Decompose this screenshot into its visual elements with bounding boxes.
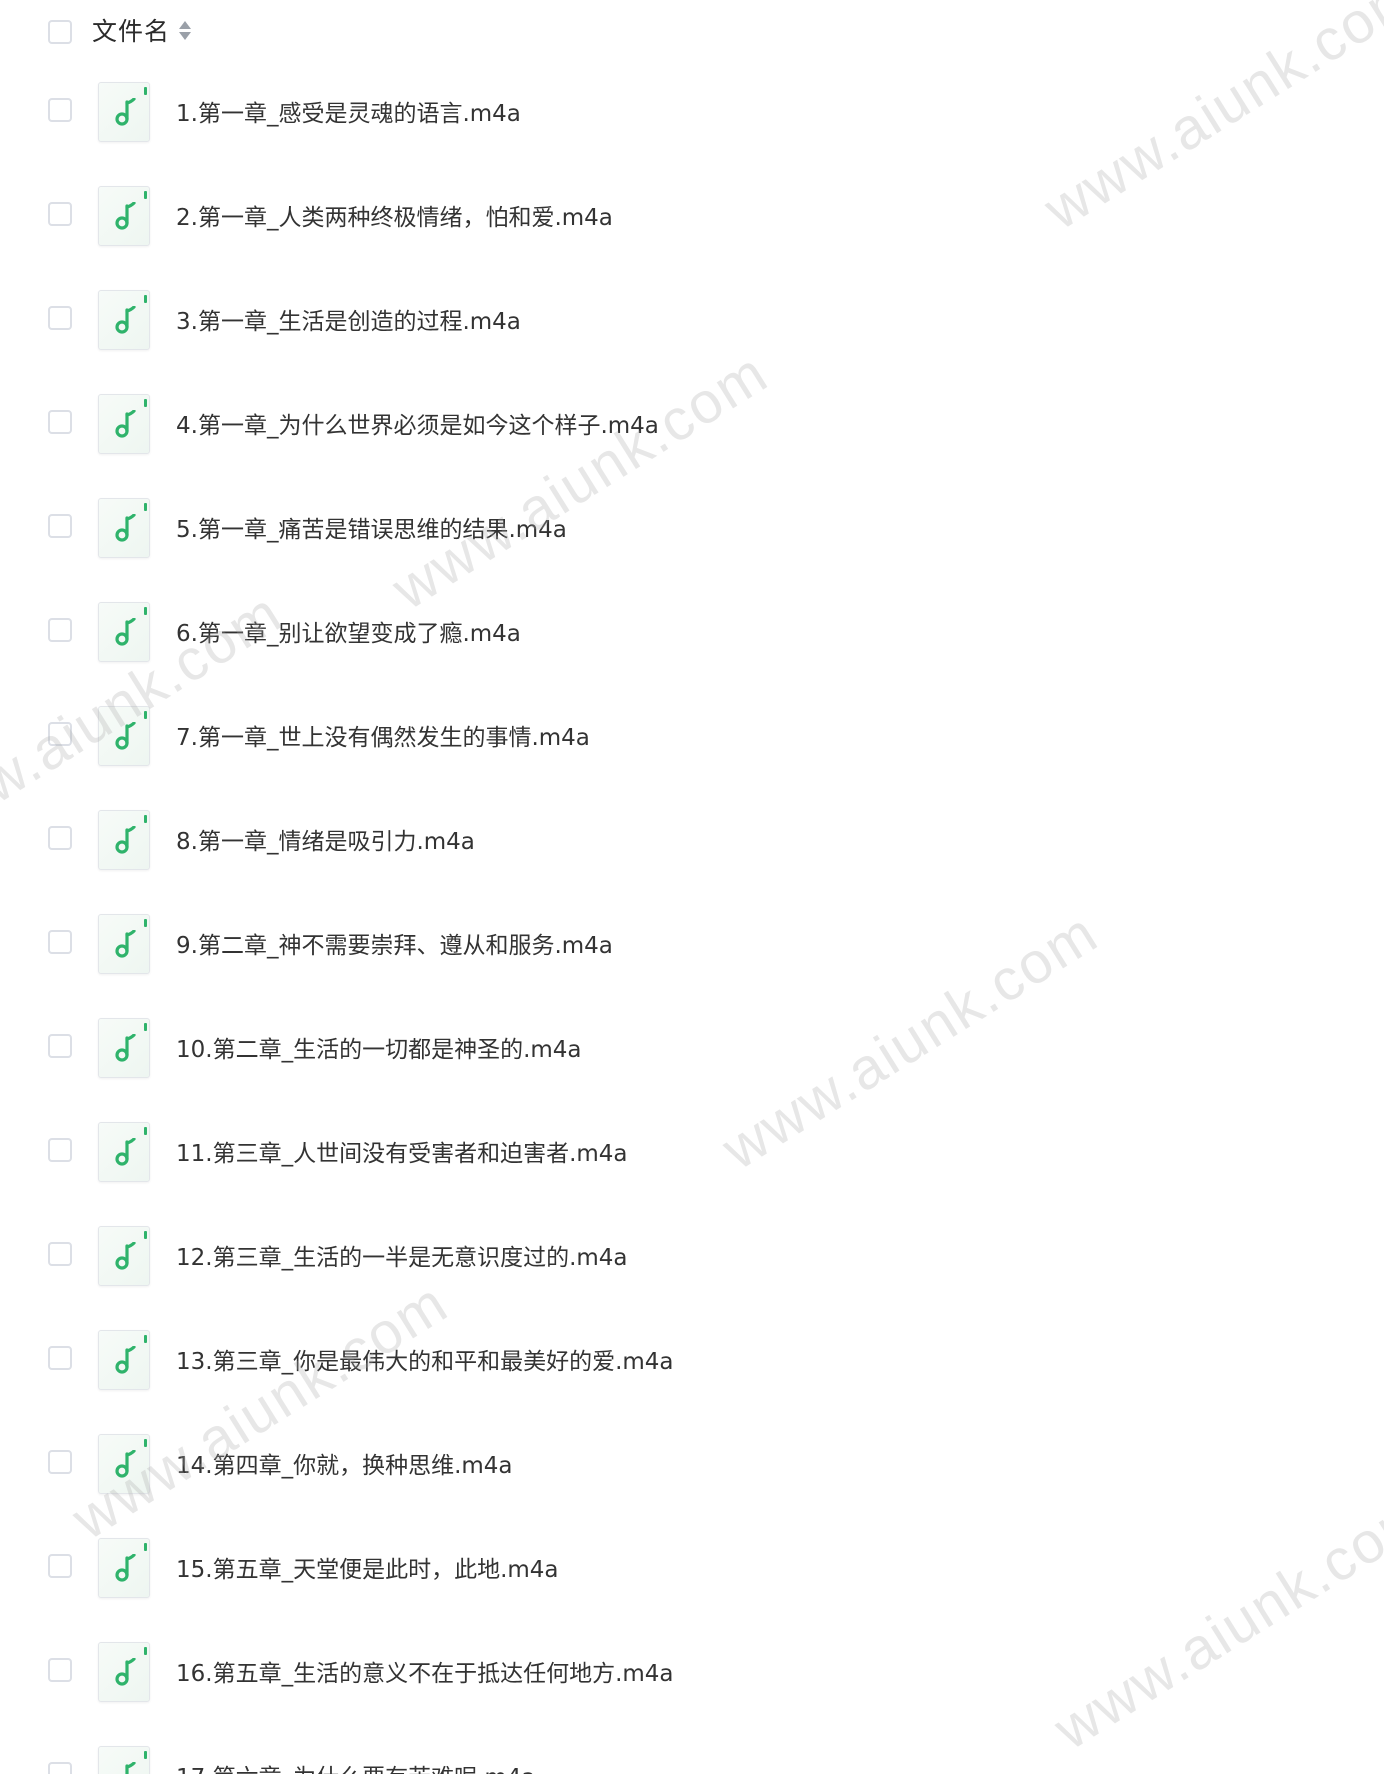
file-checkbox[interactable] xyxy=(48,98,72,122)
music-note-icon xyxy=(98,1538,150,1598)
file-checkbox[interactable] xyxy=(48,1034,72,1058)
file-checkbox[interactable] xyxy=(48,1346,72,1370)
music-note-icon xyxy=(98,498,150,558)
file-name-link[interactable]: 12.第三章_生活的一半是无意识度过的.m4a xyxy=(176,1241,628,1275)
file-row[interactable]: 13.第三章_你是最伟大的和平和最美好的爱.m4a xyxy=(0,1312,1384,1416)
file-name-link[interactable]: 8.第一章_情绪是吸引力.m4a xyxy=(176,825,475,859)
select-all-checkbox[interactable] xyxy=(48,20,72,44)
music-note-icon xyxy=(98,1330,150,1390)
file-checkbox[interactable] xyxy=(48,1658,72,1682)
file-name-link[interactable]: 4.第一章_为什么世界必须是如今这个样子.m4a xyxy=(176,409,659,443)
file-checkbox[interactable] xyxy=(48,1450,72,1474)
file-checkbox[interactable] xyxy=(48,1554,72,1578)
file-name-link[interactable]: 3.第一章_生活是创造的过程.m4a xyxy=(176,305,521,339)
file-checkbox[interactable] xyxy=(48,202,72,226)
file-row[interactable]: 3.第一章_生活是创造的过程.m4a xyxy=(0,272,1384,376)
file-checkbox[interactable] xyxy=(48,930,72,954)
file-row[interactable]: 5.第一章_痛苦是错误思维的结果.m4a xyxy=(0,480,1384,584)
file-name-link[interactable]: 1.第一章_感受是灵魂的语言.m4a xyxy=(176,97,521,131)
music-note-icon xyxy=(98,186,150,246)
file-browser-page: 文件名 1.第一章_感受是灵魂的语言.m4a 2.第一章_人类两种终极情绪，怕和爱… xyxy=(0,0,1384,1774)
file-name-link[interactable]: 17.第六章_为什么要有苦难呢.m4a xyxy=(176,1761,536,1774)
music-note-icon xyxy=(98,1018,150,1078)
file-row[interactable]: 11.第三章_人世间没有受害者和迫害者.m4a xyxy=(0,1104,1384,1208)
music-note-icon xyxy=(98,290,150,350)
music-note-icon xyxy=(98,394,150,454)
file-name-link[interactable]: 10.第二章_生活的一切都是神圣的.m4a xyxy=(176,1033,582,1067)
file-name-link[interactable]: 6.第一章_别让欲望变成了瘾.m4a xyxy=(176,617,521,651)
file-checkbox[interactable] xyxy=(48,306,72,330)
file-name-link[interactable]: 15.第五章_天堂便是此时，此地.m4a xyxy=(176,1553,559,1587)
file-row[interactable]: 4.第一章_为什么世界必须是如今这个样子.m4a xyxy=(0,376,1384,480)
file-checkbox[interactable] xyxy=(48,618,72,642)
file-row[interactable]: 16.第五章_生活的意义不在于抵达任何地方.m4a xyxy=(0,1624,1384,1728)
file-name-link[interactable]: 5.第一章_痛苦是错误思维的结果.m4a xyxy=(176,513,567,547)
file-row[interactable]: 8.第一章_情绪是吸引力.m4a xyxy=(0,792,1384,896)
music-note-icon xyxy=(98,82,150,142)
file-checkbox[interactable] xyxy=(48,514,72,538)
music-note-icon xyxy=(98,1746,150,1774)
file-name-link[interactable]: 9.第二章_神不需要崇拜、遵从和服务.m4a xyxy=(176,929,613,963)
column-header-filename[interactable]: 文件名 xyxy=(92,14,170,50)
file-row[interactable]: 17.第六章_为什么要有苦难呢.m4a xyxy=(0,1728,1384,1774)
music-note-icon xyxy=(98,914,150,974)
file-name-link[interactable]: 7.第一章_世上没有偶然发生的事情.m4a xyxy=(176,721,590,755)
file-row[interactable]: 6.第一章_别让欲望变成了瘾.m4a xyxy=(0,584,1384,688)
sort-caret-icon[interactable] xyxy=(178,19,192,45)
file-name-link[interactable]: 14.第四章_你就，换种思维.m4a xyxy=(176,1449,513,1483)
music-note-icon xyxy=(98,1226,150,1286)
music-note-icon xyxy=(98,810,150,870)
file-list-header: 文件名 xyxy=(0,0,1384,64)
file-list: 1.第一章_感受是灵魂的语言.m4a 2.第一章_人类两种终极情绪，怕和爱.m4a… xyxy=(0,64,1384,1774)
file-checkbox[interactable] xyxy=(48,1138,72,1162)
file-checkbox[interactable] xyxy=(48,1762,72,1774)
file-checkbox[interactable] xyxy=(48,826,72,850)
file-name-link[interactable]: 13.第三章_你是最伟大的和平和最美好的爱.m4a xyxy=(176,1345,674,1379)
file-row[interactable]: 15.第五章_天堂便是此时，此地.m4a xyxy=(0,1520,1384,1624)
file-row[interactable]: 10.第二章_生活的一切都是神圣的.m4a xyxy=(0,1000,1384,1104)
file-row[interactable]: 12.第三章_生活的一半是无意识度过的.m4a xyxy=(0,1208,1384,1312)
music-note-icon xyxy=(98,1434,150,1494)
file-name-link[interactable]: 16.第五章_生活的意义不在于抵达任何地方.m4a xyxy=(176,1657,674,1691)
file-row[interactable]: 14.第四章_你就，换种思维.m4a xyxy=(0,1416,1384,1520)
file-name-link[interactable]: 11.第三章_人世间没有受害者和迫害者.m4a xyxy=(176,1137,628,1171)
file-checkbox[interactable] xyxy=(48,1242,72,1266)
file-checkbox[interactable] xyxy=(48,722,72,746)
file-checkbox[interactable] xyxy=(48,410,72,434)
file-row[interactable]: 1.第一章_感受是灵魂的语言.m4a xyxy=(0,64,1384,168)
file-name-link[interactable]: 2.第一章_人类两种终极情绪，怕和爱.m4a xyxy=(176,201,613,235)
file-row[interactable]: 2.第一章_人类两种终极情绪，怕和爱.m4a xyxy=(0,168,1384,272)
music-note-icon xyxy=(98,1642,150,1702)
music-note-icon xyxy=(98,1122,150,1182)
file-row[interactable]: 7.第一章_世上没有偶然发生的事情.m4a xyxy=(0,688,1384,792)
file-row[interactable]: 9.第二章_神不需要崇拜、遵从和服务.m4a xyxy=(0,896,1384,1000)
music-note-icon xyxy=(98,706,150,766)
music-note-icon xyxy=(98,602,150,662)
